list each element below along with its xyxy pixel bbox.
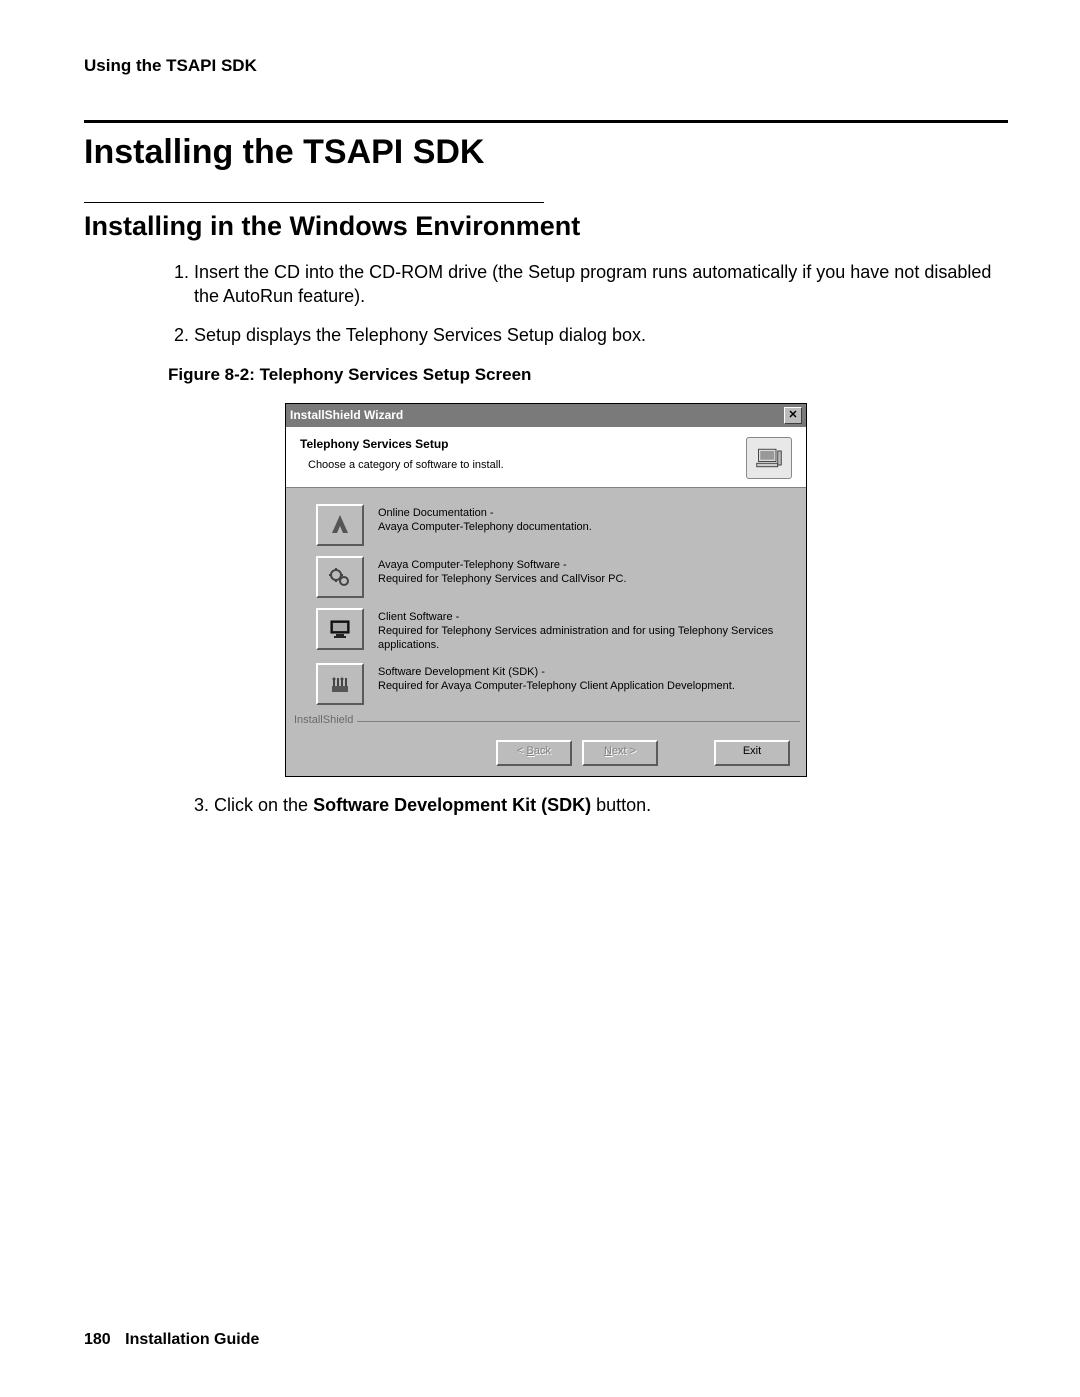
option-desc: Avaya Computer-Telephony documentation. — [378, 520, 592, 534]
dialog-header: Telephony Services Setup Choose a catego… — [286, 427, 806, 488]
button-group: InstallShield < Back Next > Exit — [292, 721, 800, 776]
next-button[interactable]: Next > — [582, 740, 658, 766]
option-title: Online Documentation - — [378, 506, 592, 520]
step-item: Insert the CD into the CD-ROM drive (the… — [194, 260, 1008, 309]
option-desc: Required for Telephony Services and Call… — [378, 572, 626, 586]
step3-bold: Software Development Kit (SDK) — [313, 795, 591, 815]
monitor-icon — [328, 617, 352, 641]
gears-icon — [328, 565, 352, 589]
dialog-subheading: Choose a category of software to install… — [308, 459, 738, 471]
group-label: InstallShield — [290, 714, 357, 726]
step-3: 3. Click on the Software Development Kit… — [214, 795, 1008, 816]
close-icon[interactable]: ✕ — [784, 407, 802, 424]
section-title: Installing in the Windows Environment — [84, 211, 1008, 242]
option-row-software: Avaya Computer-Telephony Software - Requ… — [316, 556, 790, 598]
exit-button[interactable]: Exit — [714, 740, 790, 766]
option-row-sdk: Software Development Kit (SDK) - Require… — [316, 663, 790, 705]
option-title: Software Development Kit (SDK) - — [378, 665, 735, 679]
thin-rule — [84, 202, 544, 203]
horizontal-rule — [84, 120, 1008, 123]
running-header: Using the TSAPI SDK — [84, 56, 1008, 76]
dialog-titlebar: InstallShield Wizard ✕ — [286, 404, 806, 427]
page-number: 180 — [84, 1331, 111, 1348]
dialog-title-text: InstallShield Wizard — [290, 408, 403, 422]
option-desc: Required for Avaya Computer-Telephony Cl… — [378, 679, 735, 693]
step3-pre: 3. Click on the — [194, 795, 313, 815]
sdk-button[interactable] — [316, 663, 364, 705]
wizard-computer-icon — [746, 437, 792, 479]
option-row-client: Client Software - Required for Telephony… — [316, 608, 790, 653]
step-item: Setup displays the Telephony Services Se… — [194, 323, 1008, 347]
option-desc: Required for Telephony Services administ… — [378, 624, 790, 653]
back-button[interactable]: < Back — [496, 740, 572, 766]
installshield-dialog: InstallShield Wizard ✕ Telephony Service… — [285, 403, 807, 777]
tools-icon — [328, 672, 352, 696]
page-title: Installing the TSAPI SDK — [84, 133, 1008, 172]
page-footer: 180 Installation Guide — [84, 1331, 259, 1349]
documentation-button[interactable] — [316, 504, 364, 546]
dialog-heading: Telephony Services Setup — [300, 437, 738, 451]
dialog-body: Online Documentation - Avaya Computer-Te… — [286, 488, 806, 719]
option-title: Avaya Computer-Telephony Software - — [378, 558, 626, 572]
step3-post: button. — [591, 795, 651, 815]
document-page: Using the TSAPI SDK Installing the TSAPI… — [0, 0, 1080, 1397]
doc-title: Installation Guide — [125, 1331, 259, 1348]
step-list: Insert the CD into the CD-ROM drive (the… — [194, 260, 1008, 347]
telephony-software-button[interactable] — [316, 556, 364, 598]
option-title: Client Software - — [378, 610, 790, 624]
figure-caption: Figure 8-2: Telephony Services Setup Scr… — [168, 365, 1008, 385]
pdf-icon — [328, 513, 352, 537]
client-software-button[interactable] — [316, 608, 364, 650]
option-row-documentation: Online Documentation - Avaya Computer-Te… — [316, 504, 790, 546]
